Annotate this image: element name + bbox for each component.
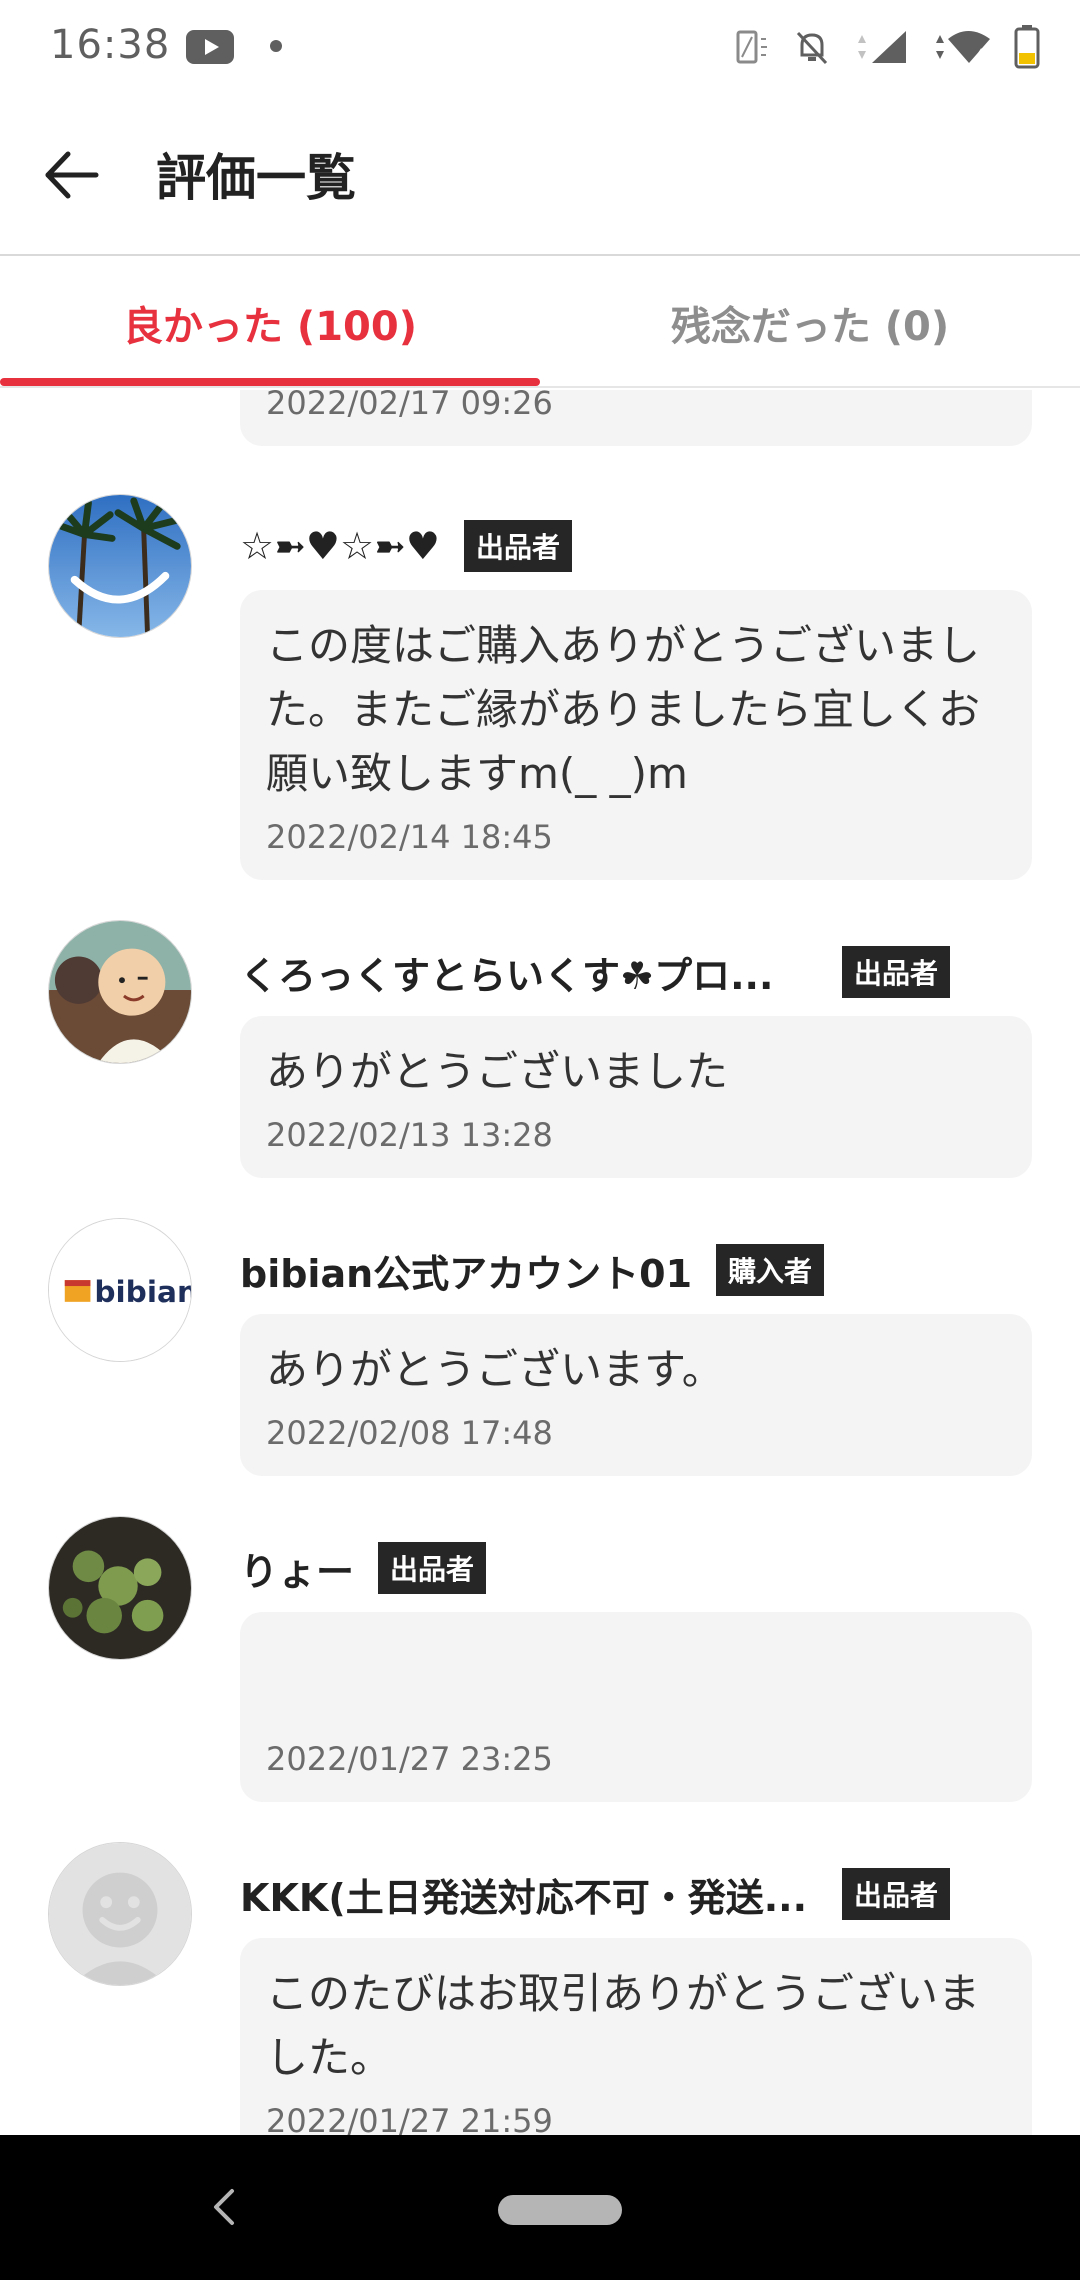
role-badge: 出品者	[841, 1868, 950, 1920]
tab-good[interactable]: 良かった (100)	[0, 258, 540, 388]
review-item: ☆➼♥☆➼♥ 出品者 この度はご購入ありがとうございました。またご縁がありました…	[0, 494, 1080, 880]
review-timestamp: 2022/02/08 17:48	[266, 1414, 553, 1452]
cell-signal-icon	[854, 27, 910, 67]
review-bubble: ありがとうございます。 2022/02/08 17:48	[240, 1314, 1032, 1476]
cartoon-monk-avatar	[49, 921, 191, 1063]
notifications-off-icon	[792, 27, 832, 67]
nav-home-pill[interactable]	[498, 2195, 622, 2225]
svg-text:bibian: bibian	[94, 1275, 191, 1309]
review-list[interactable]: 2022/02/17 09:26 ☆➼♥☆➼♥ 出品者 この度はご購入ありがとう…	[0, 390, 1080, 2135]
arrow-left-icon[interactable]	[40, 144, 102, 206]
review-bubble: ありがとうございました 2022/02/13 13:28	[240, 1016, 1032, 1178]
review-timestamp: 2022/02/17 09:26	[266, 390, 553, 422]
review-comment	[266, 1636, 1006, 1728]
reviewer-name[interactable]: りょー	[240, 1541, 354, 1596]
nav-back-icon[interactable]	[206, 2185, 242, 2229]
avatar[interactable]	[48, 1842, 192, 1986]
review-bubble: 2022/02/17 09:26	[240, 390, 1032, 446]
review-item: bibian bibian公式アカウント01 購入者 ありがとうございます。 2…	[0, 1218, 1080, 1476]
review-item: くろっくすとらいくす☘プロ... 出品者 ありがとうございました 2022/02…	[0, 920, 1080, 1178]
review-bubble: この度はご購入ありがとうございました。またご縁がありましたら宜しくお願い致します…	[240, 590, 1032, 880]
wifi-icon: 4	[932, 27, 992, 67]
battery-icon	[1014, 25, 1040, 69]
review-timestamp: 2022/01/27 21:59	[266, 2102, 553, 2135]
role-badge: 出品者	[463, 520, 572, 572]
review-timestamp: 2022/02/13 13:28	[266, 1116, 553, 1154]
review-item: KKK(土日発送対応不可・発送... 出品者 このたびはお取引ありがとうございま…	[0, 1842, 1080, 2135]
reviewer-name[interactable]: KKK(土日発送対応不可・発送...	[240, 1867, 807, 1922]
avatar[interactable]: bibian	[48, 1218, 192, 1362]
page-title: 評価一覧	[156, 149, 356, 207]
review-item: 2022/02/17 09:26	[0, 390, 1080, 446]
svg-text:4: 4	[976, 47, 985, 63]
palm-trees-smile-avatar	[49, 495, 191, 637]
reviewer-name[interactable]: bibian公式アカウント01	[240, 1243, 692, 1298]
system-nav-bar	[0, 2135, 1080, 2280]
review-bubble: このたびはお取引ありがとうございました。 2022/01/27 21:59	[240, 1938, 1032, 2135]
app-header: 評価一覧	[0, 92, 1080, 256]
role-badge: 購入者	[716, 1244, 825, 1296]
review-comment: ありがとうございました	[266, 1047, 729, 1096]
review-comment: このたびはお取引ありがとうございました。	[266, 1969, 981, 2082]
role-badge: 出品者	[378, 1542, 487, 1594]
tab-bad[interactable]: 残念だった (0)	[540, 258, 1080, 388]
status-bar: 16:38 4	[0, 0, 1080, 92]
default-smiley-avatar	[49, 1843, 191, 1985]
reviewer-name[interactable]: ☆➼♥☆➼♥	[240, 524, 440, 568]
plant-photo-avatar	[49, 1517, 191, 1659]
avatar[interactable]	[48, 494, 192, 638]
status-icons: 4	[730, 22, 1040, 72]
tab-active-indicator	[0, 378, 540, 386]
review-timestamp: 2022/01/27 23:25	[266, 1740, 553, 1778]
vibrate-icon	[730, 27, 770, 67]
avatar[interactable]	[48, 920, 192, 1064]
youtube-icon	[186, 30, 234, 64]
review-item: りょー 出品者 2022/01/27 23:25	[0, 1516, 1080, 1802]
rating-tabs: 良かった (100) 残念だった (0)	[0, 258, 1080, 388]
avatar[interactable]	[48, 1516, 192, 1660]
app-screen: 16:38 4 評価一覧 良かった (100) 残念だった (0) 2022/0…	[0, 0, 1080, 2280]
bibian-logo-avatar: bibian	[49, 1219, 191, 1361]
review-bubble: 2022/01/27 23:25	[240, 1612, 1032, 1802]
reviewer-name[interactable]: くろっくすとらいくす☘プロ...	[240, 945, 773, 1000]
review-comment: ありがとうございます。	[266, 1345, 724, 1394]
notification-dot-icon	[270, 40, 282, 52]
review-comment: この度はご購入ありがとうございました。またご縁がありましたら宜しくお願い致します…	[266, 621, 981, 798]
review-timestamp: 2022/02/14 18:45	[266, 818, 553, 856]
role-badge: 出品者	[841, 946, 950, 998]
status-time: 16:38	[50, 22, 171, 68]
